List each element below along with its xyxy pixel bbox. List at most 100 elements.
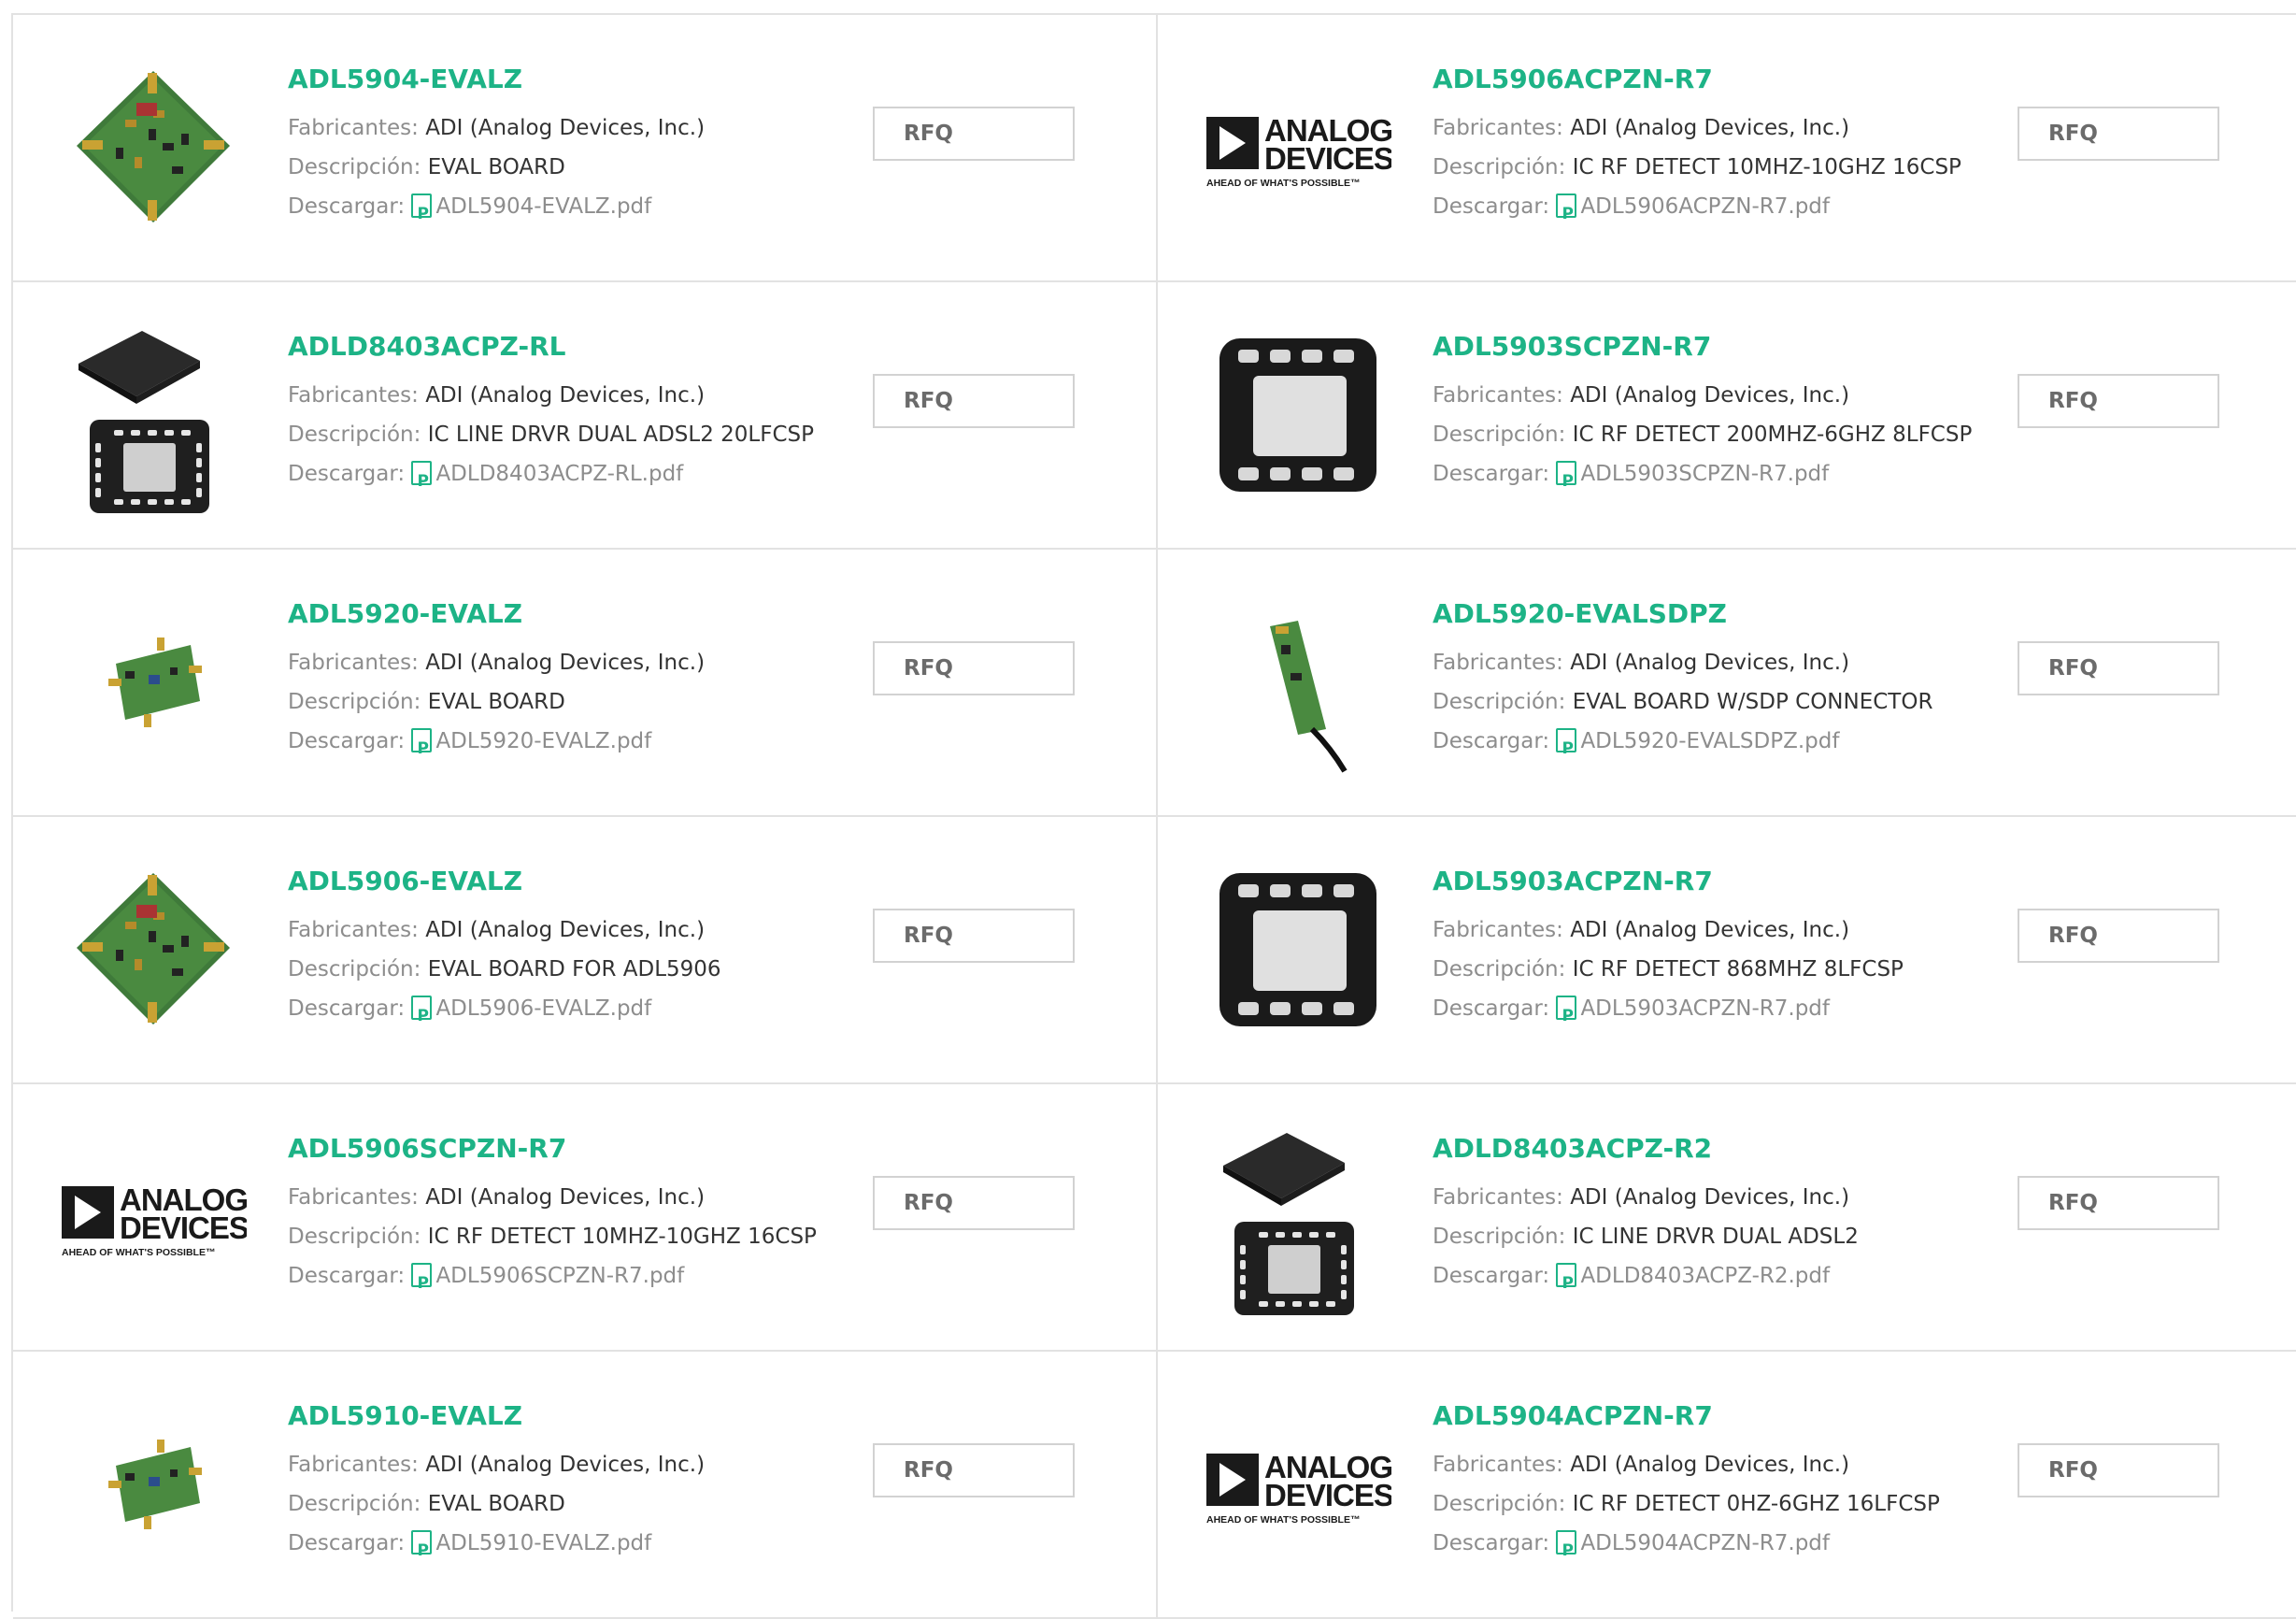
rfq-button[interactable]: RFQ: [2018, 107, 2219, 161]
part-number-link[interactable]: ADL5904-EVALZ: [288, 64, 849, 95]
datasheet-link[interactable]: ADL5906SCPZN-R7.pdf: [435, 1264, 684, 1288]
manufacturer-row: Fabricantes: ADI (Analog Devices, Inc.): [1433, 643, 1993, 682]
description-value: IC RF DETECT 10MHZ-10GHZ 16CSP: [427, 1225, 817, 1249]
rfq-button[interactable]: RFQ: [2018, 641, 2219, 695]
part-number-link[interactable]: ADLD8403ACPZ-RL: [288, 331, 849, 363]
rfq-button[interactable]: RFQ: [873, 107, 1075, 161]
pdf-icon: [411, 996, 433, 1036]
product-card: ADL5904-EVALZ Fabricantes: ADI (Analog D…: [13, 15, 1158, 282]
product-info: ADLD8403ACPZ-RL Fabricantes: ADI (Analog…: [288, 331, 849, 501]
description-label: Descripción:: [1433, 155, 1566, 179]
rfq-button[interactable]: RFQ: [873, 1443, 1075, 1497]
logo-tagline: AHEAD OF WHAT'S POSSIBLE™: [1206, 178, 1360, 189]
manufacturer-value: ADI (Analog Devices, Inc.): [425, 918, 706, 942]
product-image[interactable]: [60, 856, 247, 1043]
manufacturer-value: ADI (Analog Devices, Inc.): [1570, 383, 1850, 408]
datasheet-link[interactable]: ADL5910-EVALZ.pdf: [435, 1531, 651, 1555]
product-image[interactable]: [1205, 856, 1391, 1043]
download-row: Descargar: ADL5906SCPZN-R7.pdf: [288, 1256, 849, 1303]
download-label: Descargar:: [1433, 1264, 1550, 1288]
description-value: IC RF DETECT 868MHZ 8LFCSP: [1572, 957, 1904, 981]
datasheet-link[interactable]: ADLD8403ACPZ-R2.pdf: [1580, 1264, 1830, 1288]
datasheet-link[interactable]: ADL5903SCPZN-R7.pdf: [1580, 462, 1829, 486]
product-image[interactable]: [60, 322, 247, 513]
manufacturer-value: ADI (Analog Devices, Inc.): [425, 1185, 706, 1210]
manufacturer-label: Fabricantes:: [288, 651, 419, 675]
rfq-button[interactable]: RFQ: [2018, 909, 2219, 963]
manufacturer-value: ADI (Analog Devices, Inc.): [1570, 1453, 1850, 1477]
product-info: ADL5920-EVALZ Fabricantes: ADI (Analog D…: [288, 598, 849, 768]
datasheet-link[interactable]: ADL5920-EVALSDPZ.pdf: [1580, 729, 1839, 753]
logo-text-2: DEVICES: [1264, 1478, 1391, 1512]
part-number-link[interactable]: ADL5903ACPZN-R7: [1433, 866, 1993, 897]
description-value: EVAL BOARD: [427, 155, 565, 179]
part-number-link[interactable]: ADLD8403ACPZ-R2: [1433, 1133, 1993, 1165]
rfq-button[interactable]: RFQ: [2018, 374, 2219, 428]
manufacturer-row: Fabricantes: ADI (Analog Devices, Inc.): [1433, 1178, 1993, 1217]
part-number-link[interactable]: ADL5906SCPZN-R7: [288, 1133, 849, 1165]
product-image[interactable]: [60, 54, 247, 241]
pdf-icon: [1556, 996, 1577, 1036]
rfq-button[interactable]: RFQ: [873, 1176, 1075, 1230]
description-label: Descripción:: [1433, 423, 1566, 447]
description-value: EVAL BOARD FOR ADL5906: [427, 957, 721, 981]
download-label: Descargar:: [1433, 729, 1550, 753]
product-image[interactable]: [1205, 322, 1391, 509]
manufacturer-label: Fabricantes:: [1433, 918, 1563, 942]
datasheet-link[interactable]: ADL5906ACPZN-R7.pdf: [1580, 194, 1830, 219]
part-number-link[interactable]: ADL5904ACPZN-R7: [1433, 1400, 1993, 1432]
product-info: ADL5903ACPZN-R7 Fabricantes: ADI (Analog…: [1433, 866, 1993, 1036]
rfq-button[interactable]: RFQ: [2018, 1176, 2219, 1230]
datasheet-link[interactable]: ADL5904ACPZN-R7.pdf: [1580, 1531, 1830, 1555]
datasheet-link[interactable]: ADL5903ACPZN-R7.pdf: [1580, 996, 1830, 1021]
analog-devices-logo[interactable]: ANALOG DEVICES AHEAD OF WHAT'S POSSIBLE™: [60, 1124, 247, 1311]
product-image[interactable]: [60, 1391, 247, 1578]
download-label: Descargar:: [288, 996, 406, 1021]
description-value: IC LINE DRVR DUAL ADSL2: [1572, 1225, 1859, 1249]
description-label: Descripción:: [1433, 957, 1566, 981]
description-value: IC RF DETECT 200MHZ-6GHZ 8LFCSP: [1572, 423, 1973, 447]
datasheet-link[interactable]: ADLD8403ACPZ-RL.pdf: [435, 462, 683, 486]
rfq-button[interactable]: RFQ: [873, 909, 1075, 963]
part-number-link[interactable]: ADL5906-EVALZ: [288, 866, 849, 897]
rfq-button[interactable]: RFQ: [873, 374, 1075, 428]
description-label: Descripción:: [288, 690, 421, 714]
product-image[interactable]: [1205, 589, 1391, 776]
manufacturer-value: ADI (Analog Devices, Inc.): [425, 383, 706, 408]
rfq-button[interactable]: RFQ: [873, 641, 1075, 695]
manufacturer-row: Fabricantes: ADI (Analog Devices, Inc.): [288, 376, 849, 415]
part-number-link[interactable]: ADL5910-EVALZ: [288, 1400, 849, 1432]
manufacturer-value: ADI (Analog Devices, Inc.): [1570, 651, 1850, 675]
product-info: ADL5903SCPZN-R7 Fabricantes: ADI (Analog…: [1433, 331, 1993, 501]
manufacturer-row: Fabricantes: ADI (Analog Devices, Inc.): [288, 108, 849, 148]
product-image[interactable]: [1205, 1124, 1391, 1315]
part-number-link[interactable]: ADL5920-EVALZ: [288, 598, 849, 630]
description-row: Descripción: IC RF DETECT 200MHZ-6GHZ 8L…: [1433, 415, 1993, 454]
part-number-link[interactable]: ADL5906ACPZN-R7: [1433, 64, 1993, 95]
description-row: Descripción: IC LINE DRVR DUAL ADSL2 20L…: [288, 415, 849, 454]
datasheet-link[interactable]: ADL5904-EVALZ.pdf: [435, 194, 651, 219]
description-label: Descripción:: [1433, 1492, 1566, 1516]
description-value: IC RF DETECT 0HZ-6GHZ 16LFCSP: [1572, 1492, 1940, 1516]
analog-devices-logo[interactable]: ANALOG DEVICES AHEAD OF WHAT'S POSSIBLE™: [1205, 54, 1391, 241]
pdf-icon: [411, 1263, 433, 1303]
datasheet-link[interactable]: ADL5920-EVALZ.pdf: [435, 729, 651, 753]
part-number-link[interactable]: ADL5903SCPZN-R7: [1433, 331, 1993, 363]
description-label: Descripción:: [288, 155, 421, 179]
download-row: Descargar: ADL5903ACPZN-R7.pdf: [1433, 989, 1993, 1036]
product-image[interactable]: [60, 589, 247, 776]
pdf-icon: [411, 193, 433, 234]
product-info: ADL5910-EVALZ Fabricantes: ADI (Analog D…: [288, 1400, 849, 1570]
product-card: ADL5910-EVALZ Fabricantes: ADI (Analog D…: [13, 1352, 1158, 1619]
description-label: Descripción:: [1433, 1225, 1566, 1249]
manufacturer-value: ADI (Analog Devices, Inc.): [425, 116, 706, 140]
download-row: Descargar: ADL5920-EVALZ.pdf: [288, 722, 849, 768]
manufacturer-label: Fabricantes:: [288, 116, 419, 140]
rfq-button[interactable]: RFQ: [2018, 1443, 2219, 1497]
logo-text-2: DEVICES: [120, 1211, 247, 1245]
product-info: ADL5904ACPZN-R7 Fabricantes: ADI (Analog…: [1433, 1400, 1993, 1570]
manufacturer-row: Fabricantes: ADI (Analog Devices, Inc.): [1433, 1445, 1993, 1484]
part-number-link[interactable]: ADL5920-EVALSDPZ: [1433, 598, 1993, 630]
datasheet-link[interactable]: ADL5906-EVALZ.pdf: [435, 996, 651, 1021]
analog-devices-logo[interactable]: ANALOG DEVICES AHEAD OF WHAT'S POSSIBLE™: [1205, 1391, 1391, 1578]
